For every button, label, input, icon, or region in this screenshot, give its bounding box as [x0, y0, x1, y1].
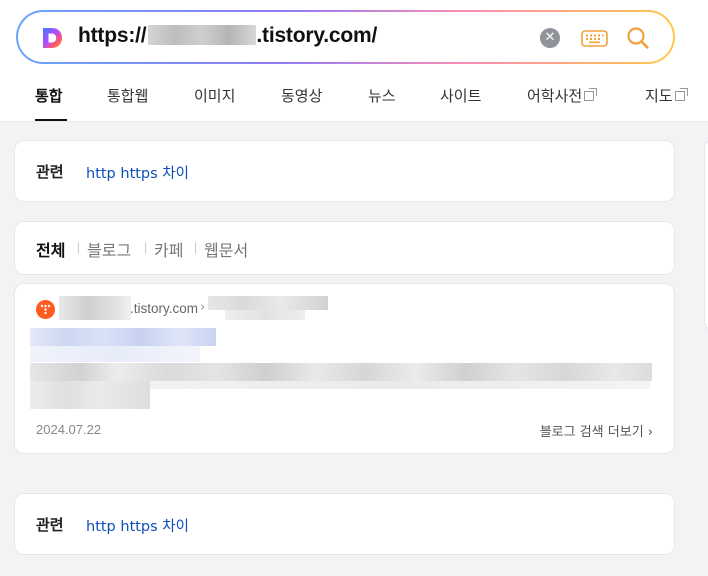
keyboard-icon[interactable]	[581, 30, 608, 47]
breadcrumb-arrow: ›	[200, 300, 206, 315]
filter-all[interactable]: 전체	[36, 237, 65, 261]
blog-search-more-link[interactable]: 블로그 검색 더보기 ›	[540, 421, 653, 440]
tab-video[interactable]: 동영상	[281, 85, 322, 106]
external-window-icon	[674, 88, 688, 101]
filter-blog[interactable]: 블로그	[87, 237, 131, 261]
tab-news[interactable]: 뉴스	[368, 85, 396, 106]
external-window-icon	[584, 88, 598, 101]
tab-image[interactable]: 이미지	[194, 85, 235, 106]
filter-divider	[145, 242, 146, 254]
redacted-result-snippet-2	[30, 381, 150, 409]
search-result-card: .tistory.com › 2024.07.22 블로그 검색 더보기 ›	[14, 283, 675, 454]
url-suffix: .tistory.com/	[256, 24, 378, 47]
clear-icon[interactable]: ✕	[540, 28, 560, 48]
result-date: 2024.07.22	[36, 422, 102, 437]
tab-map-label: 지도	[645, 87, 673, 105]
filter-cafe[interactable]: 카페	[154, 237, 183, 261]
search-tabs: 통합 통합웹 이미지 동영상 뉴스 사이트 어학사전 지도	[0, 78, 708, 122]
redacted-breadcrumb-2	[225, 310, 305, 320]
filter-divider	[78, 242, 79, 254]
redacted-url-part	[148, 25, 257, 45]
search-header: https:// .tistory.com/ ✕ 통합 통합웹 이미지 동영상 뉴…	[0, 0, 708, 122]
chevron-right-icon: ›	[647, 425, 653, 440]
daum-logo-icon[interactable]	[40, 26, 64, 50]
tab-dictionary-label: 어학사전	[527, 87, 583, 105]
result-domain[interactable]: .tistory.com	[130, 301, 198, 316]
related-searches-top: 관련 http https 차이	[14, 140, 675, 202]
source-filter-bar: 전체 블로그 카페 웹문서	[14, 221, 675, 275]
side-panel-edge	[704, 140, 708, 330]
related-title: 관련	[36, 163, 64, 181]
tistory-favicon-icon	[36, 300, 55, 319]
search-box[interactable]: https:// .tistory.com/ ✕	[16, 10, 675, 64]
related-search-link[interactable]: http https 차이	[86, 162, 189, 183]
filter-divider	[195, 242, 196, 254]
related-searches-bottom: 관련 http https 차이	[14, 493, 675, 555]
filter-webdoc[interactable]: 웹문서	[204, 237, 248, 261]
active-tab-indicator	[35, 119, 67, 121]
tab-map[interactable]: 지도	[645, 85, 688, 106]
tab-dictionary[interactable]: 어학사전	[527, 85, 598, 106]
redacted-breadcrumb	[208, 296, 328, 310]
search-icon[interactable]	[626, 26, 650, 50]
redacted-result-title-2	[30, 346, 200, 362]
tab-integrated-web[interactable]: 통합웹	[107, 85, 148, 106]
related-search-link[interactable]: http https 차이	[86, 515, 189, 536]
tab-integrated[interactable]: 통합	[35, 85, 63, 106]
search-box-inner[interactable]: https:// .tistory.com/ ✕	[18, 12, 673, 62]
search-query[interactable]: https:// .tistory.com/	[78, 24, 377, 48]
related-title: 관련	[36, 516, 64, 534]
redacted-result-snippet-3	[150, 381, 650, 389]
redacted-result-title[interactable]	[30, 328, 216, 346]
tab-site[interactable]: 사이트	[440, 85, 481, 106]
redacted-result-snippet	[30, 363, 652, 381]
redacted-source-name	[59, 296, 131, 320]
url-prefix: https://	[78, 24, 147, 47]
more-label: 블로그 검색 더보기	[539, 425, 644, 440]
